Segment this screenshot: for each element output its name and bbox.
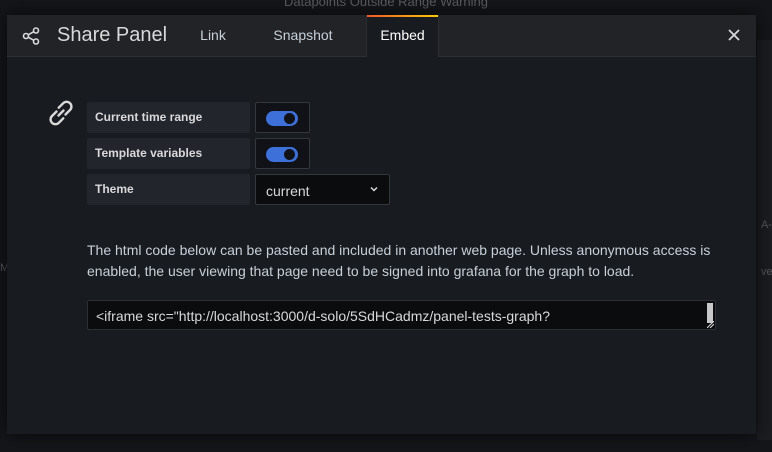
embed-code-text[interactable]: <iframe src="http://localhost:3000/d-sol… — [96, 307, 706, 325]
embed-description: The html code below can be pasted and in… — [87, 242, 711, 279]
chevron-down-icon — [370, 186, 378, 192]
embed-code-textarea[interactable]: <iframe src="http://localhost:3000/d-sol… — [87, 300, 716, 330]
current-time-range-switch-container — [255, 102, 310, 133]
tab-snapshot[interactable]: Snapshot — [257, 15, 349, 56]
template-variables-switch-container — [255, 138, 310, 169]
current-time-range-toggle[interactable] — [266, 111, 298, 126]
template-variables-toggle[interactable] — [266, 147, 298, 162]
template-variables-label: Template variables — [87, 138, 250, 169]
tab-embed[interactable]: Embed — [366, 15, 439, 57]
link-icon — [49, 100, 73, 126]
background-label: A- — [761, 219, 772, 231]
resize-handle-icon[interactable] — [707, 321, 714, 328]
background-dashboard-edge — [757, 40, 772, 440]
theme-select-value: current — [266, 183, 310, 199]
modal-title: Share Panel — [57, 24, 168, 46]
textarea-scrollbar[interactable] — [707, 303, 713, 323]
theme-label: Theme — [87, 174, 250, 205]
theme-select[interactable]: current — [255, 174, 390, 205]
share-panel-modal: Share Panel Link Snapshot Embed Current … — [7, 15, 756, 434]
background-label: ve — [761, 266, 772, 278]
close-icon[interactable] — [724, 25, 744, 45]
current-time-range-label: Current time range — [87, 102, 250, 133]
toggle-knob — [284, 149, 295, 160]
background-panel-title: Datapoints Outside Range Warning — [283, 0, 489, 9]
modal-header: Share Panel Link Snapshot Embed — [7, 15, 756, 57]
tab-link[interactable]: Link — [189, 15, 237, 56]
share-icon — [22, 27, 40, 45]
toggle-knob — [284, 113, 295, 124]
